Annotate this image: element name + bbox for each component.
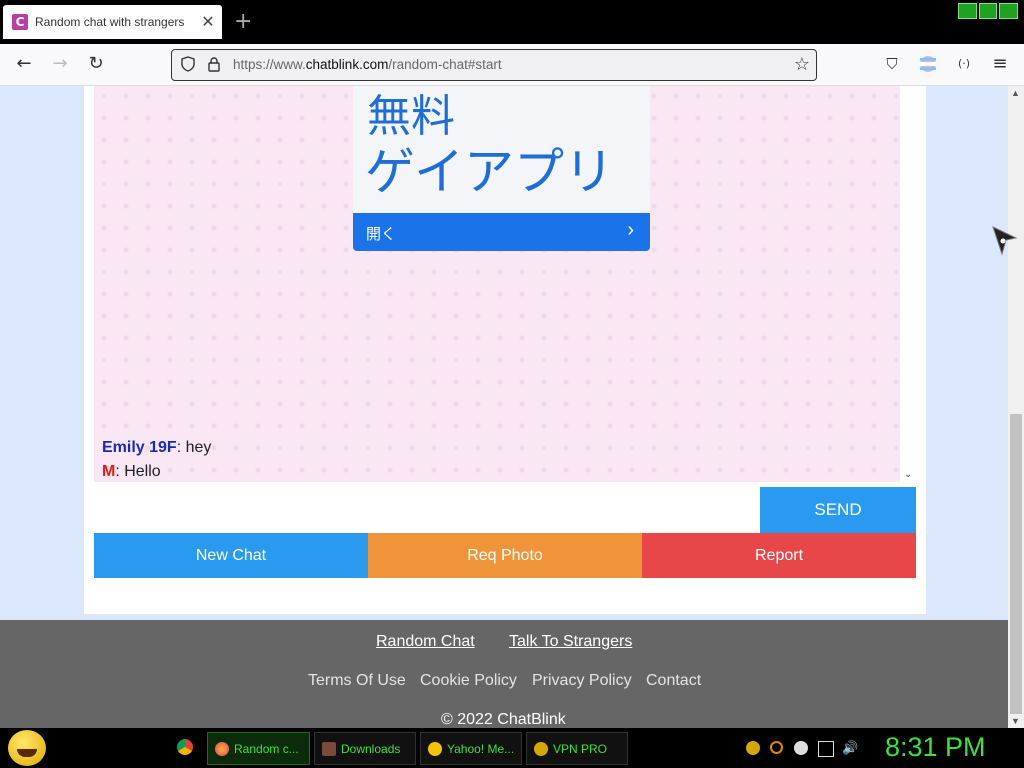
clock: 8:31 PM <box>885 732 986 762</box>
downloads-icon <box>322 741 336 756</box>
extension-icon[interactable]: (·) <box>952 52 976 76</box>
message-sender: Emily 19F <box>102 439 177 456</box>
bookmark-star-icon[interactable]: ☆ <box>794 54 810 75</box>
close-window-button[interactable] <box>999 3 1019 19</box>
extension-flag-icon[interactable] <box>916 52 940 76</box>
ad-headline-2: ゲイアプリ <box>365 143 614 201</box>
start-smiley-icon[interactable] <box>8 730 46 766</box>
address-bar[interactable]: https://www.chatblink.com/random-chat#st… <box>171 49 817 81</box>
scroll-up-icon[interactable]: ▲ <box>1011 88 1020 98</box>
tray-smiley-icon[interactable] <box>794 741 808 755</box>
tab-random-chat[interactable]: C Random chat with strangers ✕ <box>3 5 222 39</box>
send-button[interactable]: SEND <box>760 487 916 533</box>
report-button[interactable]: Report <box>642 533 916 578</box>
scrollbar-thumb[interactable] <box>1010 414 1022 714</box>
new-chat-button[interactable]: New Chat <box>94 533 368 578</box>
firefox-icon <box>215 741 229 756</box>
chrome-icon[interactable] <box>177 739 193 755</box>
url-text[interactable]: https://www.chatblink.com/random-chat#st… <box>233 57 502 72</box>
new-tab-button[interactable]: + <box>234 9 252 34</box>
lock-icon[interactable] <box>206 56 222 72</box>
taskbar-item-firefox[interactable]: Random c... <box>207 732 310 765</box>
tab-close-icon[interactable]: ✕ <box>198 12 218 32</box>
taskbar-item-label: Random c... <box>234 741 299 756</box>
message-input[interactable] <box>94 486 764 535</box>
page-viewport: ⌄ 無料 ゲイアプリ 開く › Emily 19F: hey M: Hello … <box>0 86 1008 728</box>
browser-tab-strip: C Random chat with strangers ✕ + <box>0 0 1024 44</box>
copyright: © 2022 ChatBlink <box>441 711 566 728</box>
taskbar-item-yahoo[interactable]: Yahoo! Me... <box>420 732 522 765</box>
footer-link-cookie-policy[interactable]: Cookie Policy <box>420 672 517 690</box>
message-text: : hey <box>176 439 212 456</box>
footer-link-contact[interactable]: Contact <box>646 672 701 690</box>
tray-network-icon[interactable] <box>818 741 834 757</box>
maximize-button[interactable] <box>978 3 998 19</box>
footer-link-random-chat[interactable]: Random Chat <box>376 633 475 651</box>
footer-link-privacy-policy[interactable]: Privacy Policy <box>532 672 632 690</box>
tray-search-icon[interactable] <box>770 741 783 754</box>
tray-vpn-icon[interactable] <box>746 741 760 755</box>
taskbar-item-label: Downloads <box>341 741 401 756</box>
chevron-right-icon: › <box>627 219 634 241</box>
mouse-cursor-icon <box>992 226 1018 256</box>
ad-open-button[interactable]: 開く › <box>353 213 650 251</box>
taskbar: Random c... Downloads Yahoo! Me... VPN P… <box>0 728 1024 768</box>
back-button[interactable]: ← <box>12 52 36 76</box>
advertisement[interactable]: 無料 ゲイアプリ 開く › <box>353 86 650 251</box>
menu-icon[interactable]: ≡ <box>988 52 1012 76</box>
taskbar-item-downloads[interactable]: Downloads <box>314 732 416 765</box>
forward-button[interactable]: → <box>48 52 72 76</box>
vpn-icon <box>534 741 548 756</box>
page-scrollbar[interactable]: ▲ ▼ <box>1008 86 1024 728</box>
chat-message: M: Hello <box>102 463 161 481</box>
site-footer: Random Chat Talk To Strangers Terms Of U… <box>0 620 1008 728</box>
message-sender: M <box>102 463 116 480</box>
reload-button[interactable]: ↻ <box>84 52 108 76</box>
pocket-icon[interactable]: ⛉ <box>880 52 904 76</box>
taskbar-item-label: Yahoo! Me... <box>447 741 515 756</box>
scroll-down-icon[interactable]: ▼ <box>1011 716 1020 726</box>
ad-open-label: 開く <box>366 225 397 243</box>
footer-link-talk-to-strangers[interactable]: Talk To Strangers <box>509 633 632 651</box>
browser-toolbar: ← → ↻ https://www.chatblink.com/random-c… <box>0 44 1024 86</box>
chat-message: Emily 19F: hey <box>102 439 211 457</box>
minimize-button[interactable] <box>958 3 977 19</box>
request-photo-button[interactable]: Req Photo <box>368 533 642 578</box>
taskbar-item-label: VPN PRO <box>553 741 608 756</box>
footer-link-terms[interactable]: Terms Of Use <box>308 672 406 690</box>
chatblink-favicon-icon: C <box>12 14 28 30</box>
chat-scroll-down-icon[interactable]: ⌄ <box>904 469 912 480</box>
tracking-shield-icon[interactable] <box>180 56 196 72</box>
message-text: : Hello <box>115 463 161 480</box>
yahoo-messenger-icon <box>428 741 442 756</box>
tray-volume-icon[interactable]: 🔊 <box>842 741 858 755</box>
window-controls[interactable] <box>958 3 1019 19</box>
tab-title: Random chat with strangers <box>35 15 185 29</box>
taskbar-item-vpn[interactable]: VPN PRO <box>526 732 628 765</box>
